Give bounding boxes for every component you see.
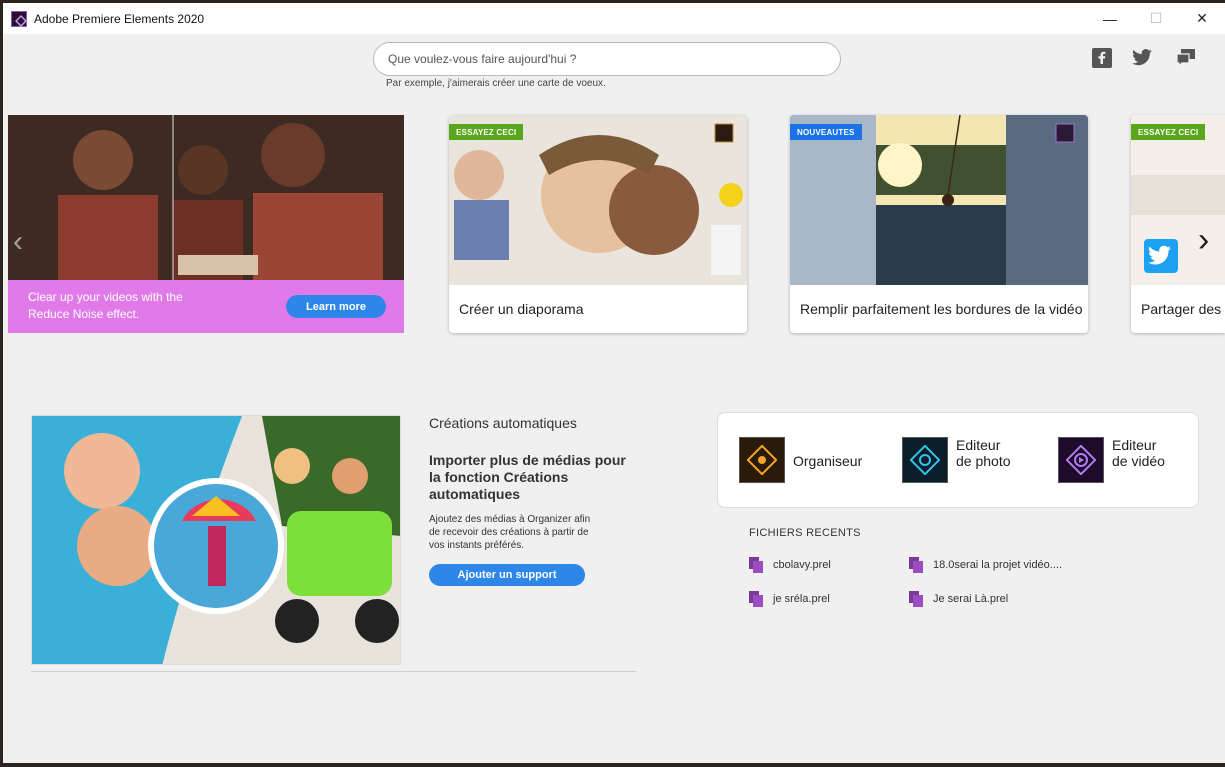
app-label-organizer[interactable]: Organiseur (793, 453, 862, 469)
chevron-right-icon[interactable]: › (1198, 221, 1209, 260)
photo-editor-icon[interactable] (902, 437, 948, 483)
search-hint: Par exemple, j'aimerais créer une carte … (386, 78, 606, 89)
card-diaporama[interactable]: ESSAYEZ CECI Créer un diaporama (449, 115, 747, 333)
recent-file-name: je sréla.prel (773, 593, 830, 605)
card-badge: ESSAYEZ CECI (1131, 124, 1206, 140)
recent-file-name: Je serai Là.prel (933, 593, 1009, 605)
premiere-file-icon (749, 591, 763, 607)
card-image (1131, 115, 1225, 285)
window-controls: — ☐ ✕ (1087, 3, 1225, 34)
feedback-icon[interactable] (1175, 47, 1197, 69)
minimize-button[interactable]: — (1087, 3, 1133, 34)
app-launcher: Organiseur Editeur de photo Editeur de v… (717, 412, 1199, 508)
search-input[interactable]: Que voulez-vous faire aujourd'hui ? (373, 42, 841, 76)
card-image (449, 115, 747, 285)
auto-creations-description: Ajoutez des médias à Organizer afin de r… (429, 514, 591, 551)
card-badge: NOUVEAUTES (790, 124, 862, 140)
recent-file-item[interactable]: je sréla.prel (749, 591, 830, 607)
title-bar: Adobe Premiere Elements 2020 — ☐ ✕ (3, 3, 1225, 34)
chevron-left-icon[interactable]: ‹ (13, 225, 23, 259)
auto-creations-heading: Importer plus de médias pour la fonction… (429, 452, 626, 502)
app-window: Adobe Premiere Elements 2020 — ☐ ✕ Que v… (3, 3, 1225, 763)
premiere-file-icon (909, 591, 923, 607)
twitter-icon[interactable] (1131, 47, 1153, 69)
auto-creations-title: Créations automatiques (429, 415, 577, 431)
card-partager[interactable]: ESSAYEZ CECI Partager des p (1131, 115, 1225, 333)
premiere-file-icon (749, 557, 763, 573)
video-editor-icon[interactable] (1058, 437, 1104, 483)
close-button[interactable]: ✕ (1179, 3, 1225, 34)
app-label-photo-editor[interactable]: Editeur de photo (956, 437, 1016, 469)
window-title: Adobe Premiere Elements 2020 (34, 11, 205, 26)
recent-file-name: 18.0serai la projet vidéo.... (933, 559, 1063, 571)
organizer-icon[interactable] (739, 437, 785, 483)
auto-creations-image (31, 415, 401, 665)
recent-file-item[interactable]: cbolavy.prel (749, 557, 831, 573)
facebook-icon[interactable] (1091, 47, 1113, 69)
card-bordures[interactable]: NOUVEAUTES Remplir parfaitement les bord… (790, 115, 1088, 333)
card-caption: Remplir parfaitement les bordures de la … (800, 301, 1083, 317)
premiere-file-icon (909, 557, 923, 573)
card-caption: Partager des p (1141, 301, 1225, 317)
learn-more-button[interactable]: Learn more (286, 295, 386, 318)
recent-files-title: FICHIERS RECENTS (749, 527, 861, 539)
premiere-elements-icon (11, 10, 27, 27)
card-caption: Créer un diaporama (459, 301, 584, 317)
promo-text: Clear up your videos with the Reduce Noi… (28, 290, 183, 321)
app-label-video-editor[interactable]: Editeur de vidéo (1112, 437, 1172, 469)
maximize-button[interactable]: ☐ (1133, 3, 1179, 34)
promo-image (8, 115, 404, 280)
divider (31, 671, 636, 672)
promo-banner[interactable]: Clear up your videos with the Reduce Noi… (8, 115, 404, 333)
add-media-button[interactable]: Ajouter un support (429, 564, 585, 586)
recent-file-name: cbolavy.prel (773, 559, 831, 571)
card-badge: ESSAYEZ CECI (449, 124, 524, 140)
recent-file-item[interactable]: Je serai Là.prel (909, 591, 1008, 607)
card-image (790, 115, 1088, 285)
recent-file-item[interactable]: 18.0serai la projet vidéo.... (909, 557, 1062, 573)
